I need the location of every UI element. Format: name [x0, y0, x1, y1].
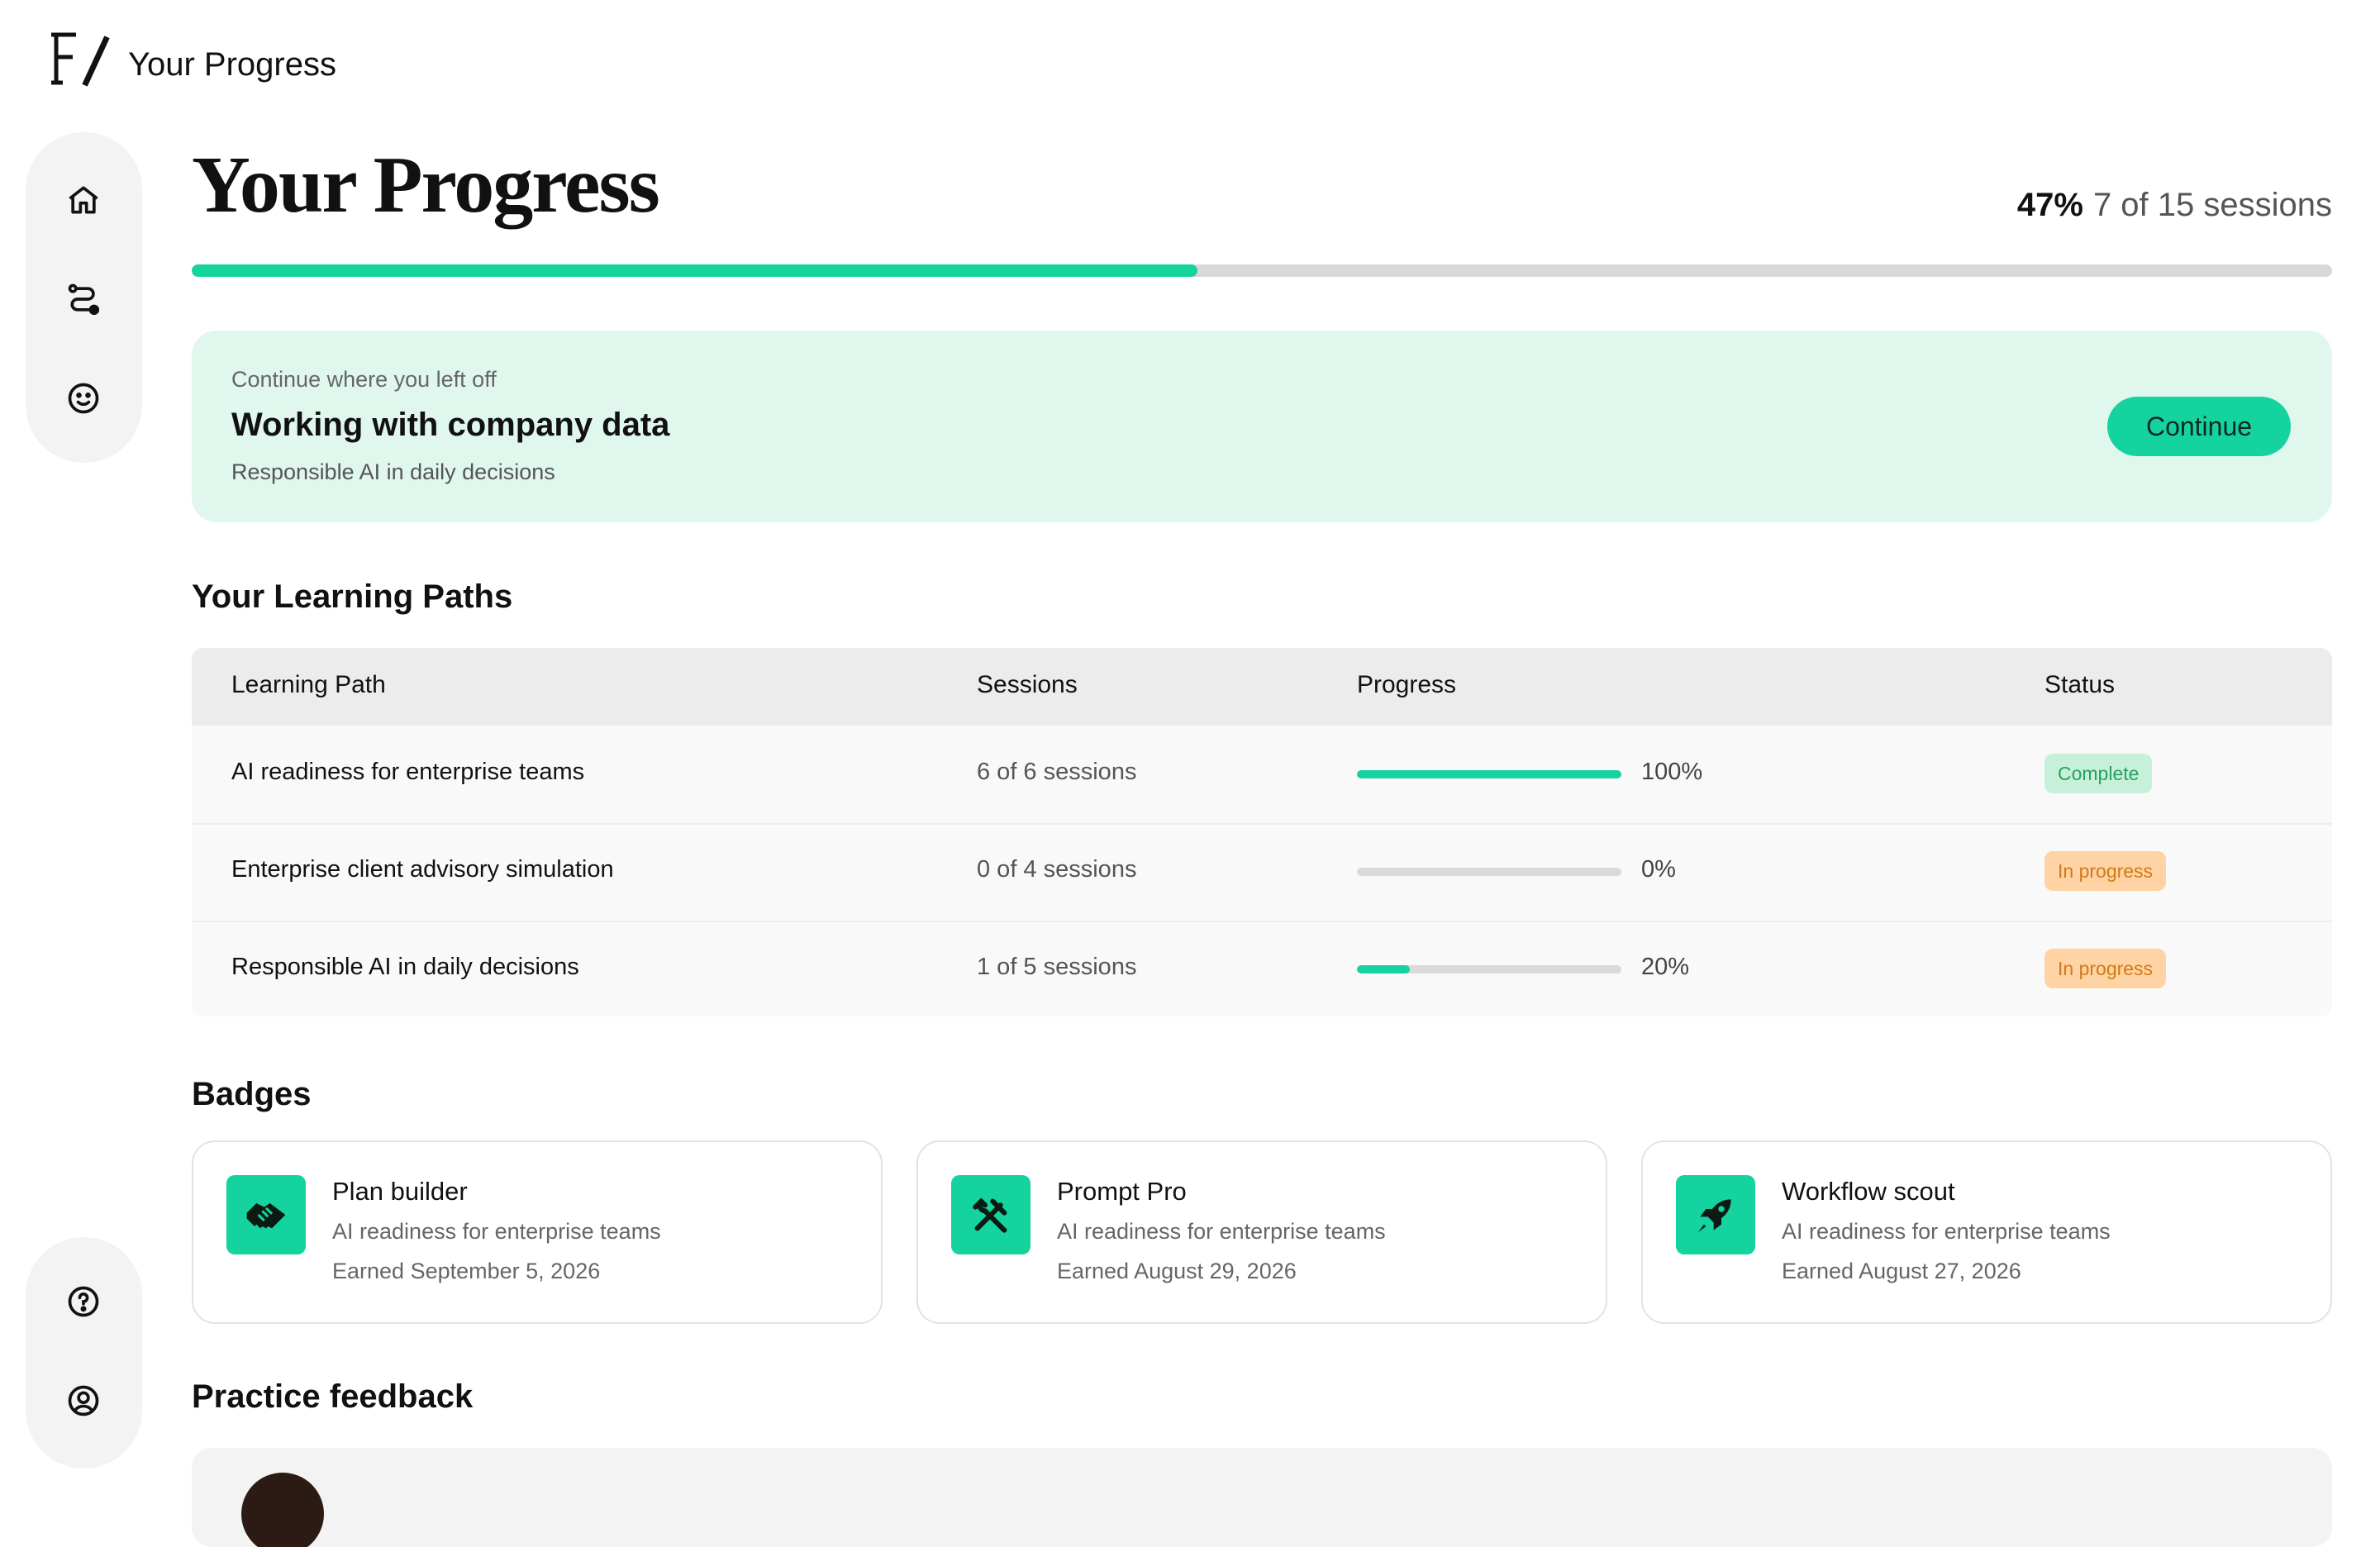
- path-progress-bar: [1357, 868, 1621, 876]
- continue-button[interactable]: Continue: [2107, 397, 2291, 456]
- handshake-icon: [226, 1175, 306, 1254]
- path-progress-percent: 100%: [1641, 759, 1703, 785]
- home-icon[interactable]: [57, 174, 110, 226]
- badge-name: Plan builder: [332, 1177, 468, 1206]
- path-sessions: 6 of 6 sessions: [977, 759, 1137, 785]
- status-badge: In progress: [2044, 949, 2167, 988]
- continue-session-title: Working with company data: [231, 407, 670, 443]
- rocket-icon: [1676, 1175, 1755, 1254]
- badge-earned-date: Earned August 29, 2026: [1057, 1259, 1297, 1283]
- status-badge: Complete: [2044, 754, 2153, 793]
- overall-progress-bar: [192, 264, 2332, 277]
- table-row[interactable]: AI readiness for enterprise teams 6 of 6…: [192, 726, 2332, 825]
- overall-progress-summary: 47% 7 of 15 sessions: [2017, 187, 2332, 224]
- badge-earned-date: Earned September 5, 2026: [332, 1259, 601, 1283]
- user-icon[interactable]: [57, 1374, 110, 1427]
- overall-progress-fill: [192, 264, 1198, 277]
- badge-name: Prompt Pro: [1057, 1177, 1187, 1206]
- continue-path-name: Responsible AI in daily decisions: [231, 459, 555, 484]
- column-header-sessions: Sessions: [977, 671, 1078, 698]
- badge-card-plan-builder[interactable]: Plan builder AI readiness for enterprise…: [192, 1140, 883, 1324]
- column-header-status: Status: [2044, 671, 2116, 698]
- path-progress-bar: [1357, 770, 1621, 778]
- smiley-icon[interactable]: [57, 372, 110, 425]
- path-sessions: 1 of 5 sessions: [977, 954, 1137, 980]
- path-progress-percent: 0%: [1641, 856, 1676, 883]
- help-icon[interactable]: [57, 1275, 110, 1328]
- overall-percent: 47%: [2016, 187, 2083, 223]
- badge-earned-date: Earned August 27, 2026: [1782, 1259, 2021, 1283]
- table-header: Learning Path Sessions Progress Status: [192, 648, 2332, 726]
- path-progress-fill: [1357, 965, 1410, 973]
- table-row[interactable]: Enterprise client advisory simulation 0 …: [192, 823, 2332, 922]
- page-title: Your Progress: [192, 140, 660, 230]
- practice-feedback-heading: Practice feedback: [192, 1378, 474, 1415]
- badge-path: AI readiness for enterprise teams: [332, 1219, 661, 1244]
- main-content: Your Progress 47% 7 of 15 sessions Contin…: [192, 0, 2332, 1547]
- overall-sessions: 7 of 15 sessions: [2092, 187, 2332, 223]
- path-sessions: 0 of 4 sessions: [977, 856, 1137, 883]
- badge-card-workflow-scout[interactable]: Workflow scout AI readiness for enterpri…: [1641, 1140, 2332, 1324]
- path-progress-bar: [1357, 965, 1621, 973]
- path-name[interactable]: Enterprise client advisory simulation: [231, 856, 614, 883]
- continue-eyebrow: Continue where you left off: [231, 367, 497, 392]
- badge-path: AI readiness for enterprise teams: [1057, 1219, 1386, 1244]
- sidebar-secondary: [26, 1237, 142, 1468]
- status-badge: In progress: [2044, 851, 2167, 891]
- path-name[interactable]: Responsible AI in daily decisions: [231, 954, 579, 981]
- feedback-card[interactable]: [192, 1448, 2332, 1547]
- column-header-progress: Progress: [1357, 671, 1457, 698]
- brand-logo-icon[interactable]: [48, 30, 111, 88]
- route-icon[interactable]: [57, 273, 110, 326]
- learning-paths-table: Learning Path Sessions Progress Status A…: [192, 648, 2332, 1016]
- badges-heading: Badges: [192, 1076, 312, 1112]
- sidebar-primary: [26, 132, 142, 463]
- badge-card-prompt-pro[interactable]: Prompt Pro AI readiness for enterprise t…: [916, 1140, 1607, 1324]
- path-progress-fill: [1357, 770, 1621, 778]
- avatar: [241, 1473, 324, 1547]
- column-header-learning-path: Learning Path: [231, 671, 386, 698]
- path-progress-percent: 20%: [1641, 954, 1690, 980]
- continue-card: Continue where you left off Working with…: [192, 331, 2332, 522]
- badge-path: AI readiness for enterprise teams: [1782, 1219, 2111, 1244]
- learning-paths-heading: Your Learning Paths: [192, 578, 513, 615]
- badge-name: Workflow scout: [1782, 1177, 1955, 1206]
- path-name[interactable]: AI readiness for enterprise teams: [231, 759, 584, 786]
- tools-icon: [951, 1175, 1031, 1254]
- table-row[interactable]: Responsible AI in daily decisions 1 of 5…: [192, 921, 2332, 1016]
